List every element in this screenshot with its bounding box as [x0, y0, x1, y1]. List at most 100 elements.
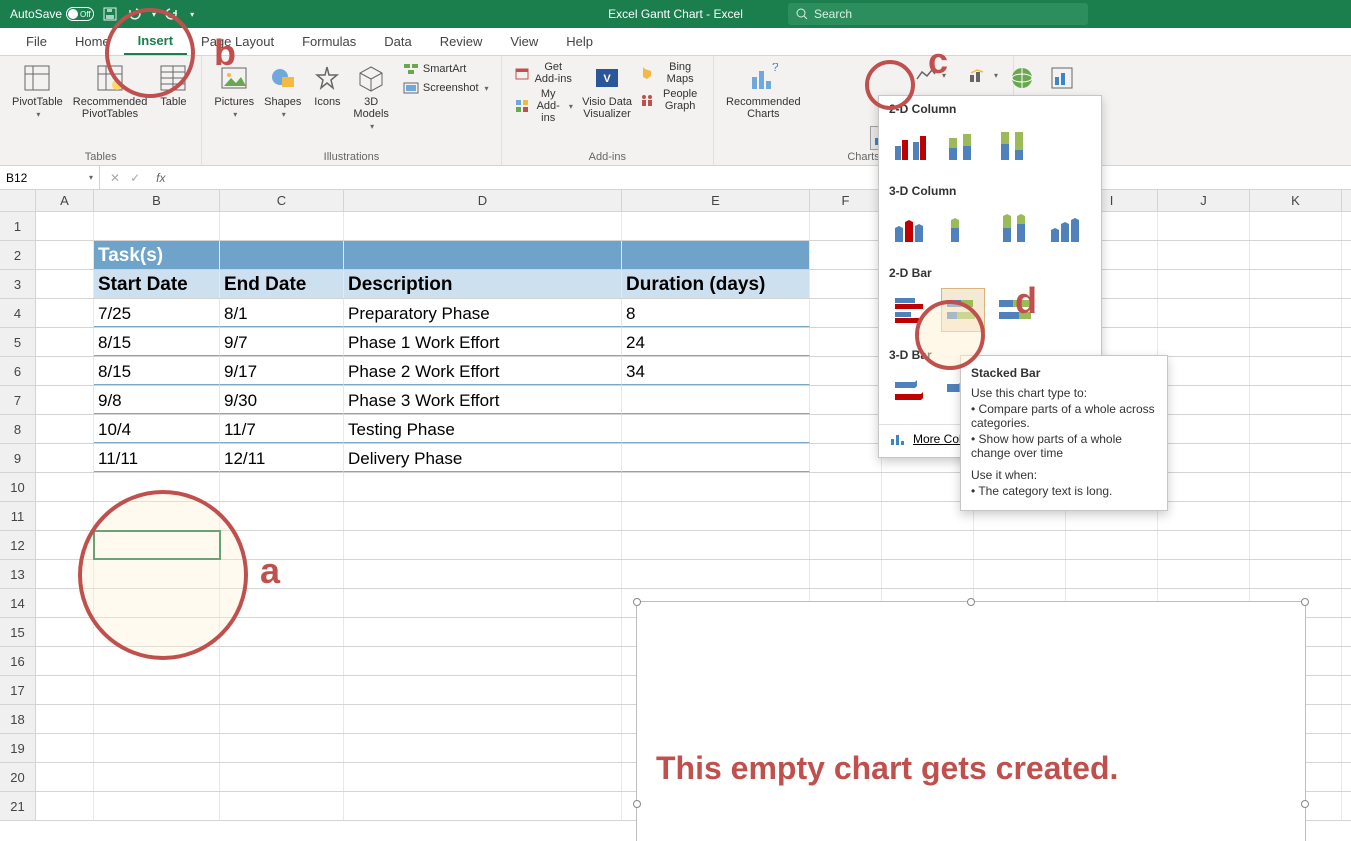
tab-help[interactable]: Help	[552, 28, 607, 55]
cell[interactable]	[220, 502, 344, 530]
cell[interactable]: Testing Phase	[344, 415, 622, 443]
cell[interactable]	[810, 299, 882, 327]
cell[interactable]: 9/7	[220, 328, 344, 356]
row-header[interactable]: 3	[0, 270, 36, 298]
cell[interactable]	[1158, 328, 1250, 356]
screenshot-button[interactable]: Screenshot▾	[399, 79, 493, 97]
get-addins-button[interactable]: Get Add-ins	[510, 60, 577, 86]
cell[interactable]	[344, 618, 622, 646]
tab-data[interactable]: Data	[370, 28, 425, 55]
clustered-column-option[interactable]	[889, 124, 933, 168]
cell[interactable]	[36, 212, 94, 240]
cell[interactable]	[344, 531, 622, 559]
cell[interactable]: 8/15	[94, 357, 220, 385]
cell[interactable]	[344, 676, 622, 704]
recommended-pivottables-button[interactable]: Recommended PivotTables	[69, 60, 152, 122]
cell[interactable]	[622, 212, 810, 240]
cell[interactable]	[344, 763, 622, 791]
cell[interactable]: 24	[622, 328, 810, 356]
cell[interactable]	[220, 241, 344, 269]
col-header[interactable]: A	[36, 190, 94, 211]
fx-icon[interactable]: fx	[150, 171, 165, 185]
cell[interactable]	[220, 589, 344, 617]
cell[interactable]: Description	[344, 270, 622, 298]
cell[interactable]: Task(s)	[94, 241, 220, 269]
cell[interactable]	[36, 763, 94, 791]
cell[interactable]	[220, 705, 344, 733]
row-header[interactable]: 10	[0, 473, 36, 501]
cell[interactable]	[344, 647, 622, 675]
cell[interactable]	[1250, 386, 1342, 414]
cell[interactable]	[220, 473, 344, 501]
cell[interactable]	[36, 792, 94, 820]
tab-formulas[interactable]: Formulas	[288, 28, 370, 55]
cancel-icon[interactable]: ✕	[110, 171, 120, 185]
cell[interactable]	[220, 792, 344, 820]
people-graph-button[interactable]: People Graph	[635, 87, 705, 113]
tab-page-layout[interactable]: Page Layout	[187, 28, 288, 55]
3d-stacked-column-option[interactable]	[941, 206, 985, 250]
cell[interactable]	[1158, 531, 1250, 559]
cell[interactable]	[344, 212, 622, 240]
cell[interactable]: 11/7	[220, 415, 344, 443]
cell[interactable]	[94, 560, 220, 588]
cell[interactable]: 9/17	[220, 357, 344, 385]
cell[interactable]: 34	[622, 357, 810, 385]
cell[interactable]	[1158, 444, 1250, 472]
empty-chart-object[interactable]	[636, 601, 1306, 841]
cell[interactable]	[344, 705, 622, 733]
cell[interactable]	[344, 473, 622, 501]
cell[interactable]	[94, 734, 220, 762]
100-stacked-bar-option[interactable]	[993, 288, 1037, 332]
cell[interactable]	[1250, 531, 1342, 559]
cell[interactable]: 11/11	[94, 444, 220, 472]
3d-clustered-column-option[interactable]	[889, 206, 933, 250]
cell[interactable]: 12/11	[220, 444, 344, 472]
cell[interactable]	[220, 647, 344, 675]
stacked-bar-option[interactable]	[941, 288, 985, 332]
cell[interactable]	[36, 502, 94, 530]
cell[interactable]: Phase 2 Work Effort	[344, 357, 622, 385]
cell[interactable]	[94, 589, 220, 617]
combo-chart-dropdown[interactable]: ▾	[964, 66, 1002, 84]
cell[interactable]	[810, 444, 882, 472]
cell[interactable]	[622, 502, 810, 530]
pivotchart-button[interactable]	[1042, 60, 1082, 96]
row-header[interactable]: 6	[0, 357, 36, 385]
cell[interactable]	[36, 618, 94, 646]
line-chart-dropdown[interactable]: ▾	[912, 66, 950, 84]
cell[interactable]	[36, 444, 94, 472]
cell[interactable]	[1250, 328, 1342, 356]
row-header[interactable]: 15	[0, 618, 36, 646]
cell[interactable]	[1250, 473, 1342, 501]
cell[interactable]	[36, 357, 94, 385]
cell[interactable]	[1250, 357, 1342, 385]
cell[interactable]: Delivery Phase	[344, 444, 622, 472]
row-header[interactable]: 14	[0, 589, 36, 617]
cell[interactable]	[94, 618, 220, 646]
cell[interactable]: Preparatory Phase	[344, 299, 622, 327]
row-header[interactable]: 21	[0, 792, 36, 820]
cell[interactable]	[36, 560, 94, 588]
cell[interactable]	[810, 473, 882, 501]
cell[interactable]	[94, 792, 220, 820]
cell[interactable]	[622, 473, 810, 501]
cell[interactable]	[36, 270, 94, 298]
cell[interactable]: End Date	[220, 270, 344, 298]
cell[interactable]	[220, 734, 344, 762]
cell[interactable]: 8/1	[220, 299, 344, 327]
cell[interactable]	[1250, 270, 1342, 298]
3d-models-button[interactable]: 3D Models▾	[349, 60, 392, 133]
cell[interactable]	[36, 386, 94, 414]
cell[interactable]	[1250, 444, 1342, 472]
row-header[interactable]: 12	[0, 531, 36, 559]
shapes-button[interactable]: Shapes▾	[260, 60, 305, 121]
cell[interactable]: 9/8	[94, 386, 220, 414]
cell[interactable]	[36, 734, 94, 762]
row-header[interactable]: 8	[0, 415, 36, 443]
cell[interactable]	[1158, 473, 1250, 501]
cell[interactable]	[36, 415, 94, 443]
cell[interactable]: 10/4	[94, 415, 220, 443]
cell[interactable]	[1066, 531, 1158, 559]
cell[interactable]	[1158, 415, 1250, 443]
